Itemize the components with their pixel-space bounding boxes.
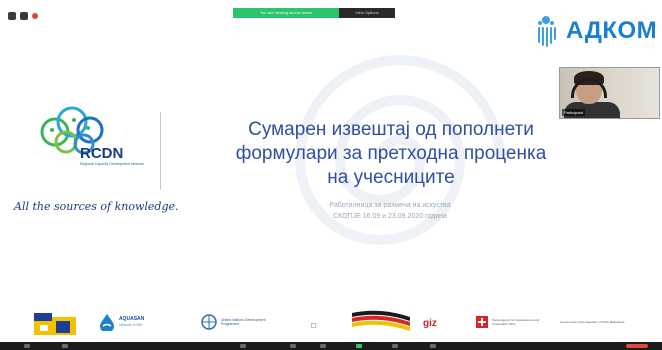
participant-name-label: Participant (562, 109, 585, 116)
meeting-toolbar (0, 342, 662, 350)
slide-title-line-1: Сумарен извештај од пополнети (248, 119, 534, 140)
un-label: United Nations Development Programme (221, 317, 266, 327)
slide-subtitle-line-2: СКОПЈЕ 16.09 и 23.09.2020 година (333, 213, 447, 220)
participants-icon[interactable] (290, 344, 296, 348)
water-drop-icon (100, 314, 114, 331)
jellyfish-icon (538, 16, 556, 47)
rcdn-title: RCDN (80, 145, 124, 162)
leave-button[interactable] (626, 344, 648, 348)
adkom-wordmark: АДКОМ (566, 17, 658, 44)
partner-germany (350, 305, 412, 339)
partner-macedonia: Government of the Republic of North Mace… (560, 305, 650, 339)
giz-logo-icon: giz (423, 318, 437, 328)
partner-un: United Nations Development Programme (200, 305, 273, 339)
slide-title-line-3: на учесниците (327, 167, 455, 188)
slide-subtitle: Работилница за размена на искуства СКОПЈ… (250, 200, 530, 222)
swiss-flag-icon (476, 316, 488, 328)
partner-giz: giz (423, 305, 439, 339)
rcdn-subtitle: Regional Capacity Development Network (80, 162, 144, 166)
partner-aquasan: AQUASAN Network in BiH (98, 305, 144, 339)
security-icon[interactable] (240, 344, 246, 348)
reactions-icon[interactable] (430, 344, 436, 348)
government-label: Government of the Republic of North Mace… (560, 320, 625, 324)
recording-indicator-icon (32, 13, 38, 19)
slide-title-line-2: формулари за претходна проценка (235, 143, 547, 164)
slide-title: Сумарен извештај од пополнети формулари … (176, 118, 606, 190)
adkom-logo: АДКОМ (532, 14, 657, 48)
mute-icon[interactable] (24, 344, 30, 348)
chat-icon[interactable] (320, 344, 326, 348)
sdc-label: Swiss Agency for Development and Coopera… (492, 318, 540, 326)
webcam-thumbnail[interactable]: Participant (559, 67, 660, 119)
window-controls (8, 12, 38, 20)
video-icon[interactable] (62, 344, 68, 348)
share-screen-icon[interactable] (356, 344, 362, 348)
minimize-icon[interactable] (20, 12, 28, 20)
partner-logo-1 (32, 305, 78, 339)
partner-separator (311, 323, 316, 328)
slide-subtitle-line-1: Работилница за размена на искуства (329, 202, 451, 209)
globe-icon (201, 314, 217, 330)
german-flag-icon (352, 310, 410, 331)
aquasan-label: AQUASAN Network in BiH (119, 316, 144, 328)
logo-divider (160, 112, 161, 190)
zoom-meeting-window: You are viewing screen share View Option… (0, 0, 662, 350)
aquasan-subtitle: Network in BiH (119, 323, 143, 327)
giz-wordmark: giz (423, 318, 437, 328)
partner-logos: AQUASAN Network in BiH United Nations De… (0, 305, 662, 340)
partner-switzerland: Swiss Agency for Development and Coopera… (476, 305, 547, 339)
building-icon (34, 313, 76, 335)
record-icon[interactable] (392, 344, 398, 348)
view-grid-icon[interactable] (8, 12, 16, 20)
rcdn-tagline: All the sources of knowledge. (14, 200, 179, 213)
